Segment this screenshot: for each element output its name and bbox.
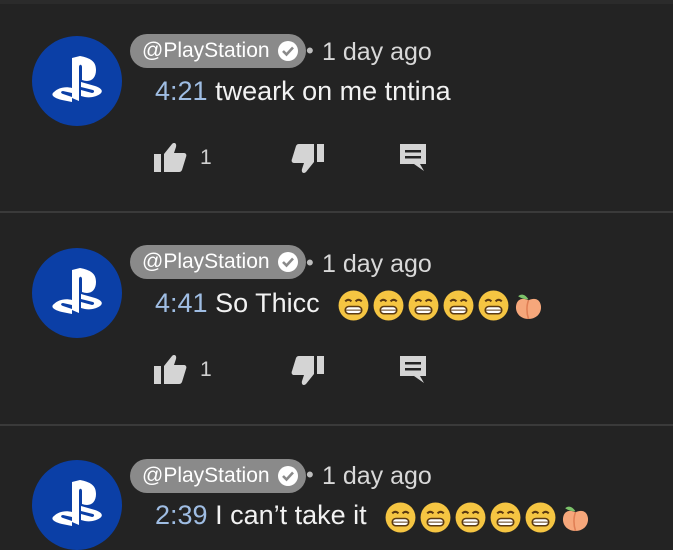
verified-check-icon <box>277 466 298 486</box>
thumbs-up-icon[interactable] <box>152 352 188 386</box>
thumbs-up-icon[interactable] <box>152 140 188 174</box>
playstation-logo-icon <box>52 268 102 314</box>
comment-age: 1 day ago <box>322 38 432 66</box>
grimace-emoji-icon <box>443 290 474 321</box>
comment-text: 4:21 tweark on me tntina <box>155 76 451 107</box>
comment-age: 1 day ago <box>322 462 432 490</box>
channel-name-chip[interactable]: @PlayStation <box>130 245 306 279</box>
separator-dot: • <box>306 38 314 63</box>
channel-avatar[interactable] <box>32 36 122 126</box>
grimace-emoji-icon <box>373 290 404 321</box>
thumbs-down-icon[interactable] <box>290 354 326 388</box>
channel-avatar[interactable] <box>32 248 122 338</box>
grimace-emoji-icon <box>455 502 486 533</box>
grimace-emoji-icon <box>420 502 451 533</box>
comment-age: 1 day ago <box>322 250 432 278</box>
comment-actions: 1 <box>0 140 673 180</box>
timestamp-link[interactable]: 4:21 <box>155 76 208 106</box>
grimace-emoji-icon <box>385 502 416 533</box>
comment-body: I can’t take it <box>215 500 367 530</box>
grimace-emoji-icon <box>490 502 521 533</box>
timestamp-link[interactable]: 4:41 <box>155 288 208 318</box>
channel-name-chip[interactable]: @PlayStation <box>130 34 306 68</box>
peach-emoji-icon <box>516 294 542 319</box>
peach-emoji-icon <box>563 506 589 531</box>
reply-comment-icon[interactable] <box>398 354 428 384</box>
comment-text: 2:39 I can’t take it <box>155 500 594 534</box>
emoji-row <box>337 288 547 321</box>
separator-dot: • <box>306 462 314 487</box>
playstation-logo-icon <box>52 480 102 526</box>
channel-name: @PlayStation <box>142 39 270 62</box>
channel-avatar[interactable] <box>32 460 122 550</box>
channel-name: @PlayStation <box>142 250 270 273</box>
grimace-emoji-icon <box>338 290 369 321</box>
playstation-logo-icon <box>52 56 102 102</box>
comment-divider <box>0 211 673 213</box>
verified-check-icon <box>277 41 298 61</box>
separator-dot: • <box>306 250 314 275</box>
comment-body: So Thicc <box>215 288 320 318</box>
grimace-emoji-icon <box>525 502 556 533</box>
top-edge <box>0 0 673 4</box>
like-count: 1 <box>200 358 212 381</box>
comment-body: tweark on me tntina <box>215 76 451 106</box>
verified-check-icon <box>277 252 298 272</box>
like-count: 1 <box>200 146 212 169</box>
emoji-row <box>384 500 594 533</box>
reply-comment-icon[interactable] <box>398 142 428 172</box>
comment-text: 4:41 So Thicc <box>155 288 547 322</box>
grimace-emoji-icon <box>478 290 509 321</box>
timestamp-link[interactable]: 2:39 <box>155 500 208 530</box>
channel-name-chip[interactable]: @PlayStation <box>130 459 306 493</box>
thumbs-down-icon[interactable] <box>290 142 326 176</box>
grimace-emoji-icon <box>408 290 439 321</box>
channel-name: @PlayStation <box>142 464 270 487</box>
comment-divider <box>0 424 673 426</box>
comment-actions: 1 <box>0 352 673 392</box>
